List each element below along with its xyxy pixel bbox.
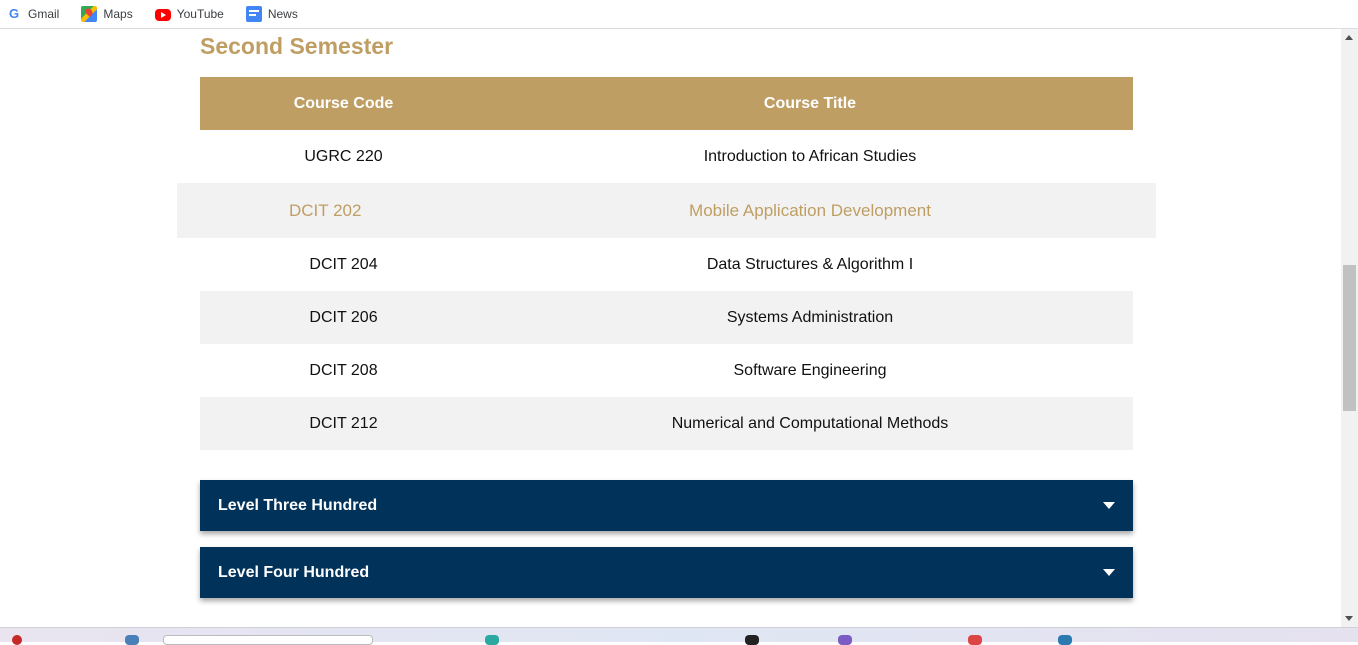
course-code: DCIT 202 (289, 200, 362, 220)
course-title: Mobile Application Development (689, 200, 931, 220)
table-row[interactable]: UGRC 220 Introduction to African Studies (200, 130, 1133, 183)
header-course-code: Course Code (293, 94, 394, 112)
table-row[interactable]: DCIT 206 Systems Administration (200, 291, 1133, 344)
google-icon: G (8, 6, 20, 21)
taskbar-search-box[interactable] (163, 635, 373, 645)
bookmarks-bar: G Gmail Maps YouTube News (0, 0, 1358, 29)
course-title: Data Structures & Algorithm I (706, 255, 914, 273)
bookmark-gmail[interactable]: G Gmail (6, 6, 59, 22)
accordion-label: Level Four Hundred (218, 563, 370, 581)
scrollbar-thumb[interactable] (1343, 265, 1356, 411)
caret-down-icon (1103, 569, 1115, 576)
accordion-level-three-hundred[interactable]: Level Three Hundred (200, 480, 1133, 531)
bookmark-youtube[interactable]: YouTube (154, 7, 224, 21)
taskbar-app-icon[interactable] (968, 635, 982, 645)
bookmark-label: Maps (103, 7, 133, 21)
course-title: Systems Administration (726, 308, 894, 326)
table-header: Course Code Course Title (200, 77, 1133, 130)
maps-icon (81, 6, 98, 22)
accordion-label: Level Three Hundred (218, 496, 378, 514)
vertical-scrollbar[interactable] (1341, 29, 1358, 627)
bookmark-label: Gmail (28, 7, 60, 21)
course-code: DCIT 212 (309, 414, 378, 432)
taskbar-app-icon[interactable] (1058, 635, 1072, 645)
notification-icon (12, 635, 22, 645)
scroll-up-arrow-icon[interactable] (1345, 35, 1353, 40)
table-row-hovered[interactable]: DCIT 202 Mobile Application Development (177, 183, 1156, 238)
taskbar-app-icon[interactable] (745, 635, 759, 645)
course-title: Software Engineering (733, 361, 887, 379)
taskbar-app-icon[interactable] (485, 635, 499, 645)
taskbar-app-icon[interactable] (838, 635, 852, 645)
bookmark-label: YouTube (176, 7, 224, 21)
course-code: DCIT 208 (309, 361, 378, 379)
semester-title: Second Semester (200, 33, 394, 59)
course-code: UGRC 220 (304, 147, 383, 165)
table-row[interactable]: DCIT 212 Numerical and Computational Met… (200, 397, 1133, 450)
header-course-title: Course Title (763, 94, 857, 112)
course-title: Introduction to African Studies (703, 147, 917, 165)
bookmark-maps[interactable]: Maps (81, 6, 133, 22)
news-icon (245, 6, 262, 22)
course-code: DCIT 206 (309, 308, 378, 326)
table-row[interactable]: DCIT 204 Data Structures & Algorithm I (200, 238, 1133, 291)
course-title: Numerical and Computational Methods (671, 414, 949, 432)
taskbar-app-icon[interactable] (125, 635, 139, 645)
courses-table: Course Code Course Title UGRC 220 Introd… (177, 77, 1156, 450)
taskbar (0, 627, 1358, 645)
caret-down-icon (1103, 502, 1115, 509)
youtube-icon (154, 9, 171, 21)
page-content: Second Semester Course Code Course Title… (0, 29, 1341, 627)
bookmark-label: News (267, 7, 298, 21)
bookmark-news[interactable]: News (245, 6, 298, 22)
table-row[interactable]: DCIT 208 Software Engineering (200, 344, 1133, 397)
accordion-level-four-hundred[interactable]: Level Four Hundred (200, 547, 1133, 598)
scroll-down-arrow-icon[interactable] (1345, 616, 1353, 621)
course-code: DCIT 204 (309, 255, 378, 273)
